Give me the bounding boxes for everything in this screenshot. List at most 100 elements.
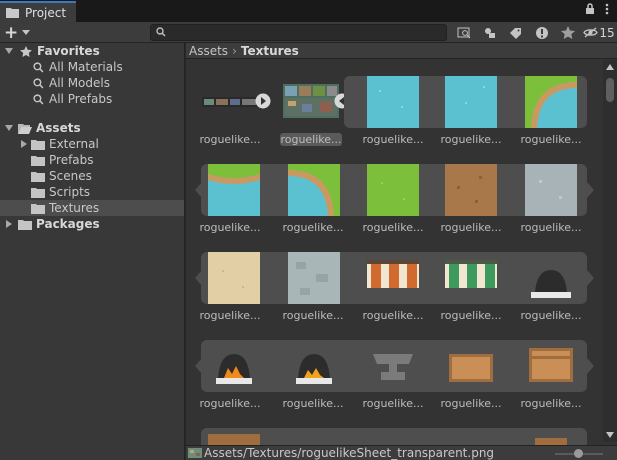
tree-favorite-item[interactable]: All Models [0, 75, 184, 91]
asset-caption: roguelike... [282, 309, 344, 322]
asset-caption: roguelike... [362, 309, 424, 322]
asset-caption: roguelike... [199, 221, 261, 234]
strip-left-notch [195, 182, 202, 198]
tree-label: All Prefabs [49, 92, 113, 106]
tree-assets[interactable]: Assets [0, 120, 184, 136]
toolbar: + 15 [0, 22, 617, 43]
chevron-right-icon[interactable] [4, 219, 14, 229]
asset-thumb[interactable] [202, 76, 260, 128]
tab-project[interactable]: Project [0, 1, 76, 22]
asset-caption: roguelike... [520, 397, 582, 410]
tree-favorite-item[interactable]: All Prefabs [0, 91, 184, 107]
sprite-stone-tile[interactable] [525, 164, 577, 216]
asset-caption: roguelike... [282, 397, 344, 410]
tree-label: All Models [49, 76, 110, 90]
asset-caption: roguelike... [362, 221, 424, 234]
slider-knob[interactable] [574, 449, 583, 458]
selected-asset-path: Assets/Textures/roguelikeSheet_transpare… [204, 446, 495, 460]
warning-filter-icon[interactable] [529, 24, 555, 41]
chevron-down-icon [22, 30, 31, 35]
expand-arrow-icon[interactable] [255, 93, 271, 109]
tree-folder-prefabs[interactable]: Prefabs [0, 152, 184, 168]
chevron-right-icon[interactable] [19, 139, 29, 149]
strip-left-notch [195, 270, 202, 286]
sprite-table[interactable] [445, 340, 497, 392]
filter-by-type-icon[interactable] [477, 24, 503, 41]
search-icon [33, 93, 44, 104]
star-icon[interactable] [555, 24, 581, 41]
sprite-anvil[interactable] [367, 340, 419, 392]
folder-tree: Favorites All Materials All Models All P… [0, 43, 185, 460]
asset-caption: roguelike... [282, 221, 344, 234]
search-in-scene-icon[interactable] [451, 24, 477, 41]
strip-right-notch [587, 358, 594, 374]
filter-by-label-icon[interactable] [503, 24, 529, 41]
sprite-awning-green[interactable] [445, 252, 497, 304]
sprite-grass-tile[interactable] [367, 164, 419, 216]
folder-icon [31, 187, 45, 198]
texture-file-icon [188, 448, 202, 458]
strip-right-notch [587, 270, 594, 286]
breadcrumb-textures[interactable]: Textures [241, 44, 299, 58]
tree-folder-scripts[interactable]: Scripts [0, 184, 184, 200]
asset-caption: roguelike... [362, 397, 424, 410]
tree-folder-external[interactable]: External [0, 136, 184, 152]
sprite-shore-tile[interactable] [208, 164, 260, 216]
breadcrumb-assets[interactable]: Assets [189, 44, 228, 58]
strip-right-notch [587, 182, 594, 198]
search-icon [33, 77, 44, 88]
sprite-fireplace[interactable] [208, 340, 260, 392]
sprite-shore-tile[interactable] [525, 76, 577, 128]
tree-label: Scenes [49, 169, 92, 183]
sprite-fireplace[interactable] [288, 340, 340, 392]
lock-icon[interactable] [585, 3, 595, 15]
tree-label: External [49, 137, 99, 151]
breadcrumb: Assets › Textures [186, 43, 617, 59]
hidden-packages-toggle[interactable]: 15 [581, 24, 617, 41]
folder-icon [18, 219, 32, 230]
more-menu-icon[interactable] [605, 3, 609, 15]
chevron-down-icon[interactable] [4, 123, 14, 133]
sprite-anvil-base[interactable] [525, 252, 577, 304]
sprite-sand-tile[interactable] [208, 252, 260, 304]
tree-label: Favorites [37, 44, 100, 58]
sprite-cobble-tile[interactable] [288, 252, 340, 304]
folder-icon [31, 139, 45, 150]
sprite-shore-tile[interactable] [288, 164, 340, 216]
sprite-chest[interactable] [525, 340, 577, 392]
asset-caption: roguelike... [440, 397, 502, 410]
folder-open-icon [18, 123, 32, 134]
folder-icon [31, 203, 45, 214]
sprite-water-tile[interactable] [367, 76, 419, 128]
folder-icon [6, 8, 19, 18]
tree-label: Scripts [49, 185, 91, 199]
scroll-up-icon[interactable] [606, 64, 614, 70]
tree-favorites[interactable]: Favorites [0, 43, 184, 59]
vertical-scrollbar[interactable] [603, 60, 617, 442]
scrollbar-thumb[interactable] [606, 78, 614, 102]
tree-folder-textures[interactable]: Textures [0, 200, 184, 216]
asset-caption: roguelike... [199, 397, 261, 410]
sprite-water-tile[interactable] [445, 76, 497, 128]
sprite-awning-red[interactable] [367, 252, 419, 304]
status-bar: Assets/Textures/roguelikeSheet_transpare… [186, 445, 617, 460]
scroll-down-icon[interactable] [606, 432, 614, 438]
search-icon [156, 27, 166, 37]
asset-caption: roguelike... [440, 309, 502, 322]
strip-left-notch [195, 358, 202, 374]
search-input[interactable] [150, 24, 447, 41]
tab-title: Project [25, 5, 67, 20]
asset-thumb-selected[interactable] [282, 76, 339, 128]
chevron-right-icon: › [232, 43, 237, 58]
tree-label: Assets [36, 121, 81, 135]
add-button[interactable]: + [4, 24, 34, 41]
asset-grid-panel: Assets › Textures roguelike... roguelike… [186, 43, 617, 460]
asset-caption: roguelike... [362, 133, 424, 146]
tree-favorite-item[interactable]: All Materials [0, 59, 184, 75]
chevron-down-icon[interactable] [4, 46, 14, 56]
sprite-dirt-tile[interactable] [445, 164, 497, 216]
tree-folder-scenes[interactable]: Scenes [0, 168, 184, 184]
asset-caption: roguelike... [440, 221, 502, 234]
asset-caption: roguelike... [199, 133, 261, 146]
tree-packages[interactable]: Packages [0, 216, 184, 232]
